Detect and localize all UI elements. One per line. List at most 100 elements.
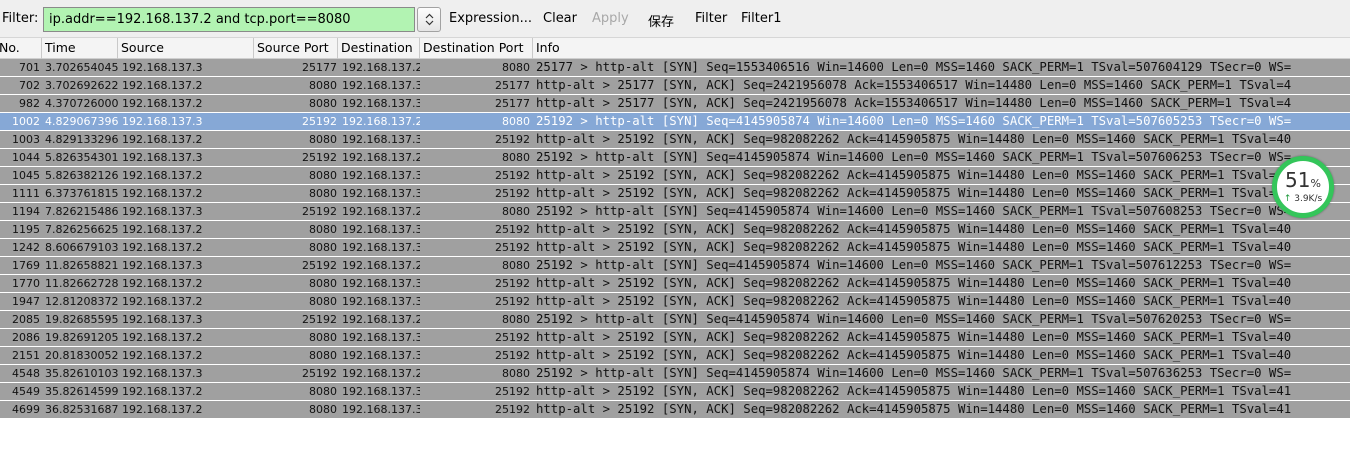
cell-destination: 192.168.137.2 [342,115,420,128]
up-arrow-icon: ↑ [1283,194,1292,204]
network-speed-widget[interactable]: 51% ↑ 3.9K/s [1272,156,1334,218]
cell-destination: 192.168.137.3 [342,187,420,200]
cell-source-port: 8080 [309,187,337,200]
cell-destination-port: 25192 [495,187,530,200]
cell-source: 192.168.137.2 [122,97,203,110]
filter1-button[interactable]: Filter1 [741,11,781,26]
cell-source-port: 25192 [302,205,337,218]
cell-no: 2086 [12,331,40,344]
cell-destination: 192.168.137.3 [342,295,420,308]
packet-row[interactable]: 701 3.702654045 192.168.137.3 25177 192.168.… [0,59,1350,77]
filter-label: Filter: [2,11,39,26]
packet-row[interactable]: 2151 20.818300527 192.168.137.2 8080 192.168… [0,347,1350,365]
cell-source: 192.168.137.3 [122,151,203,164]
cell-source: 192.168.137.3 [122,205,203,218]
cell-destination-port: 8080 [502,61,530,74]
cell-destination: 192.168.137.2 [342,259,420,272]
save-filter-button[interactable]: 保存 [648,11,674,30]
display-filter-input[interactable] [43,7,415,32]
cell-source-port: 8080 [309,223,337,236]
cell-destination: 192.168.137.3 [342,277,420,290]
column-header-source-port[interactable]: Source Port [254,38,338,59]
packet-list-header: No. Time Source Source Port Destination … [0,38,1350,59]
packet-row[interactable]: 2086 19.826912055 192.168.137.2 8080 192.168… [0,329,1350,347]
cell-source: 192.168.137.2 [122,169,203,182]
packet-row[interactable]: 1003 4.829133296 192.168.137.2 8080 192.168.… [0,131,1350,149]
cell-no: 4549 [12,385,40,398]
cell-destination-port: 25192 [495,169,530,182]
cell-source: 192.168.137.2 [122,187,203,200]
cell-destination: 192.168.137.3 [342,385,420,398]
cell-source: 192.168.137.3 [122,115,203,128]
cell-source: 192.168.137.2 [122,349,203,362]
packet-row[interactable]: 4699 36.825316874 192.168.137.2 8080 192.168… [0,401,1350,419]
packet-row[interactable]: 1770 11.826627286 192.168.137.2 8080 192.168… [0,275,1350,293]
packet-row-selected[interactable]: 1002 4.829067396 192.168.137.3 25192 192.168… [0,113,1350,131]
cell-destination-port: 25192 [495,133,530,146]
cell-source-port: 25192 [302,151,337,164]
packet-row[interactable]: 1045 5.826382126 192.168.137.2 8080 192.168.… [0,167,1350,185]
cell-time: 19.826912055 [45,331,118,344]
cell-time: 4.829133296 [45,133,118,146]
cell-no: 4548 [12,367,40,380]
column-header-source[interactable]: Source [118,38,254,59]
filter-button[interactable]: Filter [695,11,727,26]
cell-info: http-alt > 25192 [SYN, ACK] Seq=98208226… [536,240,1292,254]
cell-time: 5.826382126 [45,169,118,182]
cell-destination-port: 25192 [495,403,530,416]
cell-destination-port: 25192 [495,385,530,398]
packet-row[interactable]: 1044 5.826354301 192.168.137.3 25192 192.168… [0,149,1350,167]
packet-row[interactable]: 4549 35.826145990 192.168.137.2 8080 192.168… [0,383,1350,401]
packet-row[interactable]: 1769 11.826588215 192.168.137.3 25192 192.16… [0,257,1350,275]
packet-row[interactable]: 1242 8.606679103 192.168.137.2 8080 192.168.… [0,239,1350,257]
column-header-time[interactable]: Time [42,38,118,59]
speed-widget-percent: 51% [1277,168,1329,192]
column-header-destination-port[interactable]: Destination Port [420,38,533,59]
column-header-info[interactable]: Info [533,38,1350,59]
cell-info: 25177 > http-alt [SYN] Seq=1553406516 Wi… [536,60,1292,74]
packet-row[interactable]: 1195 7.826256625 192.168.137.2 8080 192.168.… [0,221,1350,239]
cell-no: 701 [19,61,40,74]
column-header-no[interactable]: No. [0,38,42,59]
cell-destination-port: 25177 [495,79,530,92]
cell-destination: 192.168.137.2 [342,367,420,380]
cell-destination: 192.168.137.3 [342,403,420,416]
cell-no: 1044 [12,151,40,164]
cell-source-port: 25177 [302,61,337,74]
cell-destination: 192.168.137.3 [342,133,420,146]
packet-row[interactable]: 702 3.702692622 192.168.137.2 8080 192.168.1… [0,77,1350,95]
cell-info: http-alt > 25192 [SYN, ACK] Seq=98208226… [536,168,1292,182]
cell-info: 25192 > http-alt [SYN] Seq=4145905874 Wi… [536,150,1292,164]
cell-info: http-alt > 25192 [SYN, ACK] Seq=98208226… [536,384,1292,398]
cell-source-port: 8080 [309,241,337,254]
cell-source-port: 8080 [309,169,337,182]
cell-no: 1002 [12,115,40,128]
packet-row[interactable]: 4548 35.826101033 192.168.137.3 25192 192.16… [0,365,1350,383]
cell-source-port: 25192 [302,259,337,272]
cell-destination-port: 25192 [495,349,530,362]
cell-destination-port: 8080 [502,313,530,326]
cell-no: 982 [19,97,40,110]
packet-row[interactable]: 982 4.370726000 192.168.137.2 8080 192.168.1… [0,95,1350,113]
packet-row[interactable]: 1947 12.812083720 192.168.137.2 8080 192.168… [0,293,1350,311]
cell-destination: 192.168.137.3 [342,241,420,254]
cell-destination-port: 8080 [502,259,530,272]
cell-source-port: 8080 [309,277,337,290]
column-header-destination[interactable]: Destination [338,38,420,59]
filter-history-dropdown[interactable] [417,7,441,32]
cell-source-port: 8080 [309,97,337,110]
clear-button[interactable]: Clear [543,11,577,26]
cell-source-port: 25192 [302,367,337,380]
expression-button[interactable]: Expression... [449,11,532,26]
packet-row[interactable]: 1194 7.826215486 192.168.137.3 25192 192.168… [0,203,1350,221]
packet-row[interactable]: 1111 6.373761815 192.168.137.2 8080 192.168.… [0,185,1350,203]
cell-destination-port: 25192 [495,223,530,236]
percent-value: 51 [1285,168,1311,192]
cell-no: 4699 [12,403,40,416]
cell-time: 20.818300527 [45,349,118,362]
apply-button[interactable]: Apply [592,11,629,26]
cell-info: http-alt > 25192 [SYN, ACK] Seq=98208226… [536,222,1292,236]
cell-time: 4.829067396 [45,115,118,128]
cell-source: 192.168.137.2 [122,385,203,398]
packet-row[interactable]: 2085 19.826855957 192.168.137.3 25192 192.16… [0,311,1350,329]
